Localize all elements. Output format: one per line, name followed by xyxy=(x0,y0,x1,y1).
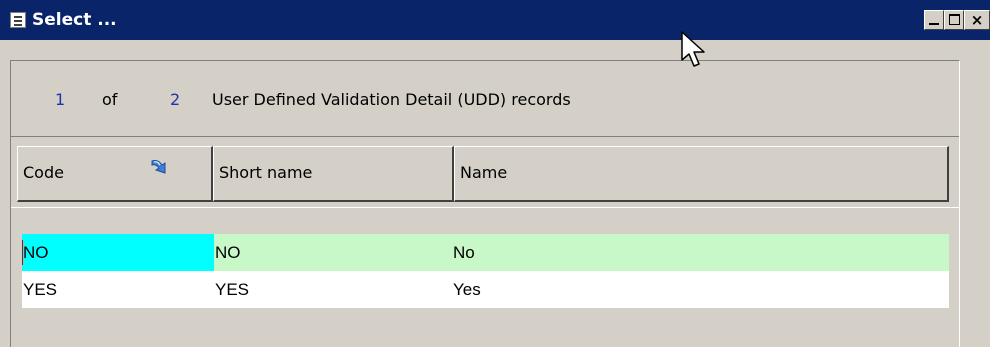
window-title-bar[interactable]: Select ... × xyxy=(0,0,990,40)
text-caret xyxy=(22,240,23,265)
app-icon[interactable] xyxy=(10,12,26,28)
sort-arrow-icon[interactable] xyxy=(144,155,174,185)
total-record-count: 2 xyxy=(170,90,181,109)
cell-name[interactable]: No xyxy=(452,234,949,271)
record-of-label: of xyxy=(102,90,118,109)
current-record-number: 1 xyxy=(55,90,66,109)
column-header-label: Code xyxy=(23,163,64,182)
maximize-button[interactable] xyxy=(944,10,964,30)
minimize-button[interactable] xyxy=(924,10,944,30)
column-header-short-name[interactable]: Short name xyxy=(213,146,454,202)
maximize-icon xyxy=(949,14,960,25)
minimize-icon xyxy=(929,23,939,25)
column-header-label: Name xyxy=(460,163,508,182)
column-header-label: Short name xyxy=(219,163,313,182)
close-icon: × xyxy=(970,11,984,29)
table-row[interactable]: NO NO No xyxy=(22,234,949,271)
record-description: User Defined Validation Detail (UDD) rec… xyxy=(212,90,571,109)
cell-code[interactable]: YES xyxy=(22,271,214,308)
close-button[interactable]: × xyxy=(964,10,990,30)
column-header-name[interactable]: Name xyxy=(454,146,949,202)
column-header-code[interactable]: Code xyxy=(17,146,213,202)
cell-short-name[interactable]: NO xyxy=(214,234,452,271)
mouse-pointer-icon xyxy=(681,31,705,67)
window-title: Select ... xyxy=(32,10,117,30)
cell-code[interactable]: NO xyxy=(22,234,214,271)
table-row[interactable]: YES YES Yes xyxy=(22,271,949,308)
cell-short-name[interactable]: YES xyxy=(214,271,452,308)
cell-name[interactable]: Yes xyxy=(452,271,949,308)
